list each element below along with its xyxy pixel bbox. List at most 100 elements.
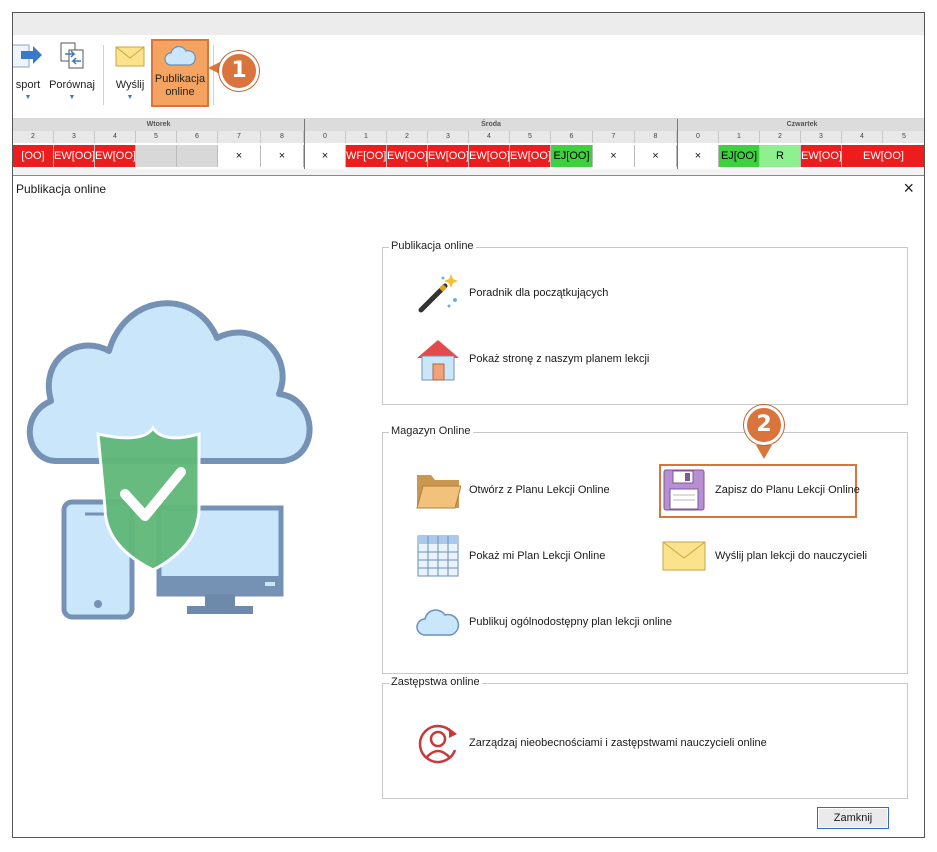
timetable-strip: Wtorek Środa Czwartek 2 3 4 5 6 7 8 0 1 … — [13, 119, 924, 175]
chevron-down-icon: ▼ — [68, 94, 76, 101]
export-icon — [13, 44, 42, 68]
period-number: 6 — [551, 131, 593, 143]
period-number: 8 — [635, 131, 677, 143]
group-title: Magazyn Online — [389, 425, 473, 437]
lesson-cell[interactable]: × — [218, 145, 261, 167]
day-tuesday: Wtorek — [146, 121, 171, 128]
lesson-cell[interactable]: EW[OO] — [387, 145, 428, 167]
manage-absences-label: Zarządzaj nieobecnościami i zastępstwami… — [469, 737, 767, 749]
publish-public-timetable-item[interactable]: Publikuj ogólnodostępny plan lekcji onli… — [415, 599, 672, 645]
period-number: 0 — [305, 131, 346, 143]
group-title: Publikacja online — [389, 240, 476, 252]
day-divider — [304, 119, 305, 169]
lesson-cell[interactable]: R — [760, 145, 801, 167]
lesson-cell[interactable]: [OO] — [13, 145, 54, 167]
lesson-cell[interactable]: × — [261, 145, 304, 167]
lesson-cell[interactable]: EW[OO] — [469, 145, 510, 167]
export-button[interactable]: sport ▼ — [13, 41, 45, 102]
period-number: 2 — [13, 131, 54, 143]
lesson-cell[interactable]: EW[OO] — [801, 145, 842, 167]
period-number: 0 — [678, 131, 719, 143]
lesson-cell[interactable]: EW[OO] — [428, 145, 469, 167]
send-to-teachers-label: Wyślij plan lekcji do nauczycieli — [715, 550, 868, 562]
period-number: 7 — [593, 131, 635, 143]
callout-pointer — [756, 445, 772, 459]
publish-label-line1: Publikacja — [154, 73, 206, 85]
lesson-cell[interactable]: EJ[OO] — [719, 145, 760, 167]
compare-icon — [60, 42, 84, 69]
lesson-cell[interactable]: × — [305, 145, 346, 167]
period-number: 2 — [760, 131, 801, 143]
lesson-cell[interactable] — [136, 145, 177, 167]
envelope-icon — [115, 46, 145, 67]
magic-wand-icon — [415, 270, 461, 316]
window-title-strip — [13, 13, 924, 35]
lesson-cell[interactable]: EJ[OO] — [551, 145, 593, 167]
publish-public-timetable-label: Publikuj ogólnodostępny plan lekcji onli… — [469, 616, 673, 628]
period-number-row: 2 3 4 5 6 7 8 0 1 2 3 4 5 6 7 8 0 1 2 3 … — [13, 131, 924, 143]
save-to-online-label: Zapisz do Planu Lekcji Online — [715, 484, 860, 496]
cloud-icon — [415, 599, 461, 645]
lesson-cell[interactable]: EW[OO] — [95, 145, 136, 167]
cloud-icon — [164, 45, 196, 66]
period-number: 1 — [719, 131, 760, 143]
period-number: 2 — [387, 131, 428, 143]
callout-badge-2: 2 — [744, 405, 784, 445]
close-icon[interactable]: × — [903, 178, 914, 199]
lesson-cell[interactable]: × — [635, 145, 677, 167]
show-timetable-page-label: Pokaż stronę z naszym planem lekcji — [469, 353, 650, 365]
period-number: 5 — [510, 131, 551, 143]
period-number: 3 — [801, 131, 842, 143]
lesson-cell[interactable]: × — [678, 145, 719, 167]
ribbon-toolbar: sport ▼ Porównaj ▼ Wyślij ▼ Publikacja o… — [13, 35, 924, 119]
open-from-online-label: Otwórz z Planu Lekcji Online — [469, 484, 610, 496]
beginners-guide-item[interactable]: Poradnik dla początkujących — [415, 270, 608, 316]
send-label: Wyślij — [115, 79, 145, 91]
ribbon-separator — [213, 45, 214, 105]
close-button[interactable]: Zamknij — [817, 807, 889, 829]
folder-icon — [415, 467, 461, 513]
manage-absences-item[interactable]: Zarządzaj nieobecnościami i zastępstwami… — [415, 720, 767, 766]
period-number: 1 — [346, 131, 387, 143]
person-refresh-icon — [415, 720, 461, 766]
period-number: 8 — [261, 131, 304, 143]
cloud-security-illustration — [26, 300, 313, 620]
period-number: 5 — [136, 131, 177, 143]
compare-label: Porównaj — [49, 79, 95, 91]
house-icon — [415, 336, 461, 382]
lesson-cell[interactable]: × — [593, 145, 635, 167]
send-button[interactable]: Wyślij ▼ — [111, 41, 149, 102]
open-from-online-item[interactable]: Otwórz z Planu Lekcji Online — [415, 467, 610, 513]
export-label: sport — [15, 79, 41, 91]
lesson-cell[interactable]: EW[OO] — [842, 145, 924, 167]
show-online-timetable-item[interactable]: Pokaż mi Plan Lekcji Online — [415, 533, 605, 579]
period-number: 3 — [54, 131, 95, 143]
callout-badge-1: 1 — [219, 51, 259, 91]
envelope-icon — [661, 533, 707, 579]
beginners-guide-label: Poradnik dla początkujących — [469, 287, 609, 299]
lesson-cell[interactable]: WF[OO] — [346, 145, 387, 167]
period-number: 3 — [428, 131, 469, 143]
period-number: 4 — [95, 131, 136, 143]
show-online-timetable-label: Pokaż mi Plan Lekcji Online — [469, 550, 606, 562]
day-divider — [677, 119, 678, 169]
ribbon-separator — [103, 45, 104, 105]
show-timetable-page-item[interactable]: Pokaż stronę z naszym planem lekcji — [415, 336, 649, 382]
day-thursday: Czwartek — [786, 121, 818, 128]
publish-online-button[interactable]: Publikacja online — [151, 39, 209, 107]
lesson-cell[interactable] — [177, 145, 218, 167]
period-number: 6 — [177, 131, 218, 143]
day-wednesday: Środa — [481, 121, 501, 128]
day-header-row: Wtorek Środa Czwartek — [13, 119, 924, 131]
grid-table-icon — [415, 533, 461, 579]
group-publish-online: Publikacja online Poradnik dla początkuj… — [382, 240, 908, 405]
save-to-online-item[interactable]: Zapisz do Planu Lekcji Online — [661, 467, 860, 513]
lesson-cell[interactable]: EW[OO] — [54, 145, 95, 167]
dialog-title: Publikacja online — [16, 182, 107, 196]
lesson-cell[interactable]: EW[OO] — [510, 145, 551, 167]
floppy-disk-icon — [661, 467, 707, 513]
send-to-teachers-item[interactable]: Wyślij plan lekcji do nauczycieli — [661, 533, 867, 579]
period-number: 5 — [883, 131, 924, 143]
compare-button[interactable]: Porównaj ▼ — [45, 41, 99, 102]
group-online-storage: Magazyn Online Otwórz z Planu Lekcji Onl… — [382, 405, 908, 674]
